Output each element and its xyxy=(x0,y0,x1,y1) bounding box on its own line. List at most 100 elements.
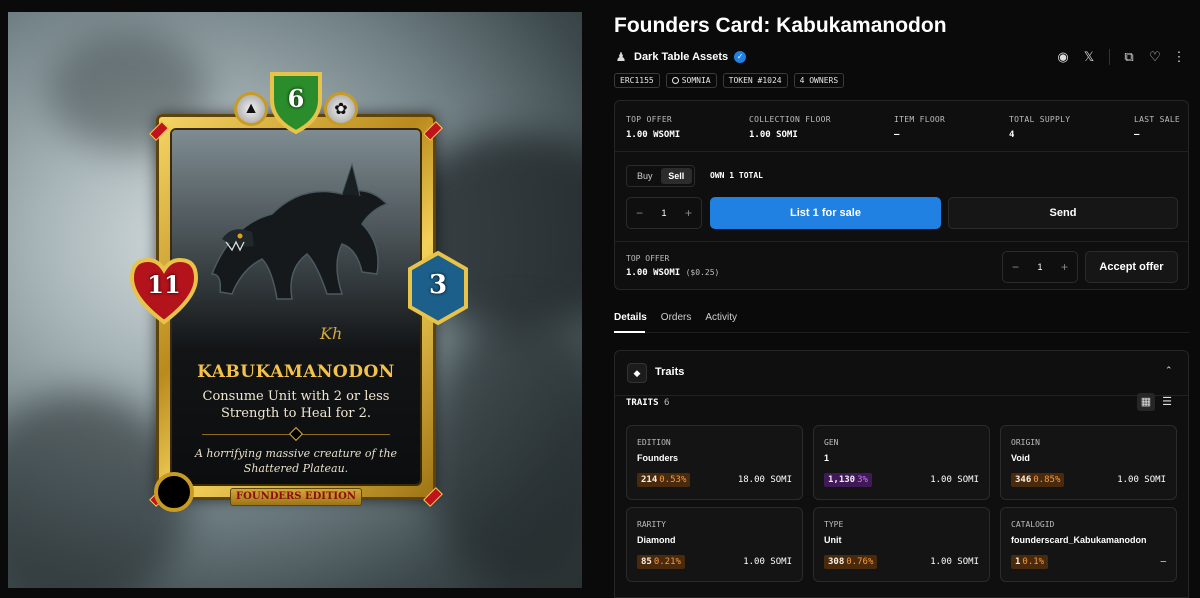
tab-activity[interactable]: Activity xyxy=(705,312,737,323)
quantity-value[interactable]: 1 xyxy=(661,208,666,218)
active-tab-indicator xyxy=(614,331,645,333)
helmet-icon: ▲ xyxy=(234,92,268,126)
sell-tab[interactable]: Sell xyxy=(660,168,692,184)
send-button[interactable]: Send xyxy=(948,197,1178,229)
list-view-icon[interactable]: ☰ xyxy=(1158,393,1176,411)
swirl-icon: ✿ xyxy=(324,92,358,126)
copy-icon[interactable]: ⧉ xyxy=(1120,48,1138,66)
trait-rarity-badge: 1 0.1% xyxy=(1011,555,1049,569)
trait-floor-price: – xyxy=(1160,557,1166,567)
heart-icon[interactable]: ♡ xyxy=(1146,48,1164,66)
trait-card[interactable]: CATALOGID founderscard_Kabukamanodon 1 0.… xyxy=(1000,507,1177,582)
chip-label: 4 OWNERS xyxy=(799,76,839,85)
trait-percent: 3% xyxy=(857,475,868,485)
trait-type: GEN xyxy=(824,438,839,447)
trait-value: Void xyxy=(1011,453,1030,463)
card-socket xyxy=(154,472,194,512)
trait-floor-price: 1.00 SOMI xyxy=(1117,475,1166,485)
trait-rarity-badge: 308 0.76% xyxy=(824,555,878,569)
list-quantity-stepper[interactable]: − 1 + xyxy=(626,197,702,229)
quantity-value[interactable]: 1 xyxy=(1037,262,1042,272)
stat-label: TOP OFFER xyxy=(626,115,673,124)
trait-value: Diamond xyxy=(637,535,676,545)
trait-type: EDITION xyxy=(637,438,671,447)
discord-icon[interactable]: ◉ xyxy=(1054,48,1072,66)
top-offer-usd: ($0.25) xyxy=(685,268,720,277)
card-art-window: Kh KABUKAMANODON Consume Unit with 2 or … xyxy=(172,130,420,484)
trait-card[interactable]: RARITY Diamond 85 0.21% 1.00 SOMI xyxy=(626,507,803,582)
page-title: Founders Card: Kabukamanodon xyxy=(614,14,947,37)
top-offer-label: TOP OFFER xyxy=(626,254,670,263)
trait-rarity-badge: 346 0.85% xyxy=(1011,473,1065,487)
game-card: Kh KABUKAMANODON Consume Unit with 2 or … xyxy=(129,70,468,512)
top-offer-value: 1.00 WSOMI ($0.25) xyxy=(626,268,719,278)
card-artwork[interactable]: Kh KABUKAMANODON Consume Unit with 2 or … xyxy=(8,12,582,588)
tabs-divider xyxy=(614,332,1190,333)
stat-label: TOTAL SUPPLY xyxy=(1009,115,1071,124)
tab-details[interactable]: Details xyxy=(614,312,647,323)
trait-floor-price: 1.00 SOMI xyxy=(930,475,979,485)
chip-token-id[interactable]: TOKEN #1024 xyxy=(722,73,788,88)
trait-value: founderscard_Kabukamanodon xyxy=(1011,535,1147,545)
trait-percent: 0.1% xyxy=(1022,557,1045,567)
trait-count: 85 xyxy=(641,557,652,567)
chevron-up-icon[interactable]: ⌃ xyxy=(1165,365,1173,376)
token-chips: ERC1155 SOMNIA TOKEN #1024 4 OWNERS xyxy=(614,73,845,88)
item-info-panel: Founders Card: Kabukamanodon ♟ Dark Tabl… xyxy=(614,0,1190,598)
creator-row[interactable]: ♟ Dark Table Assets ✓ xyxy=(614,48,747,66)
trait-type: RARITY xyxy=(637,520,666,529)
traits-count: TRAITS 6 xyxy=(626,398,669,408)
trait-count: 1 xyxy=(1015,557,1021,567)
buy-sell-toggle: Buy Sell xyxy=(626,165,695,187)
stat-label: ITEM FLOOR xyxy=(894,115,946,124)
plus-icon[interactable]: + xyxy=(1061,260,1068,274)
health-value: 11 xyxy=(147,270,181,299)
chip-chain[interactable]: SOMNIA xyxy=(665,73,717,88)
card-flavor-text: A horrifying massive creature of the Sha… xyxy=(194,447,398,475)
stat-item-floor: ITEM FLOOR – xyxy=(894,115,945,140)
trait-floor-price: 18.00 SOMI xyxy=(737,475,792,485)
plus-icon[interactable]: + xyxy=(685,206,692,220)
trait-value: 1 xyxy=(824,453,830,463)
stat-collection-floor: COLLECTION FLOOR 1.00 SOMI xyxy=(749,115,831,140)
list-for-sale-button[interactable]: List 1 for sale xyxy=(710,197,941,229)
top-offer-amount: 1.00 WSOMI xyxy=(626,268,681,278)
x-twitter-icon[interactable]: 𝕏 xyxy=(1080,48,1098,66)
minus-icon[interactable]: − xyxy=(1012,260,1019,274)
trait-card[interactable]: TYPE Unit 308 0.76% 1.00 SOMI xyxy=(813,507,990,582)
trait-floor-price: 1.00 SOMI xyxy=(743,557,792,567)
divider xyxy=(615,395,1188,396)
chip-owners[interactable]: 4 OWNERS xyxy=(793,73,845,88)
edition-banner: FOUNDERS EDITION xyxy=(230,488,362,506)
stat-value: – xyxy=(1134,130,1140,140)
grid-view-icon[interactable]: ▦ xyxy=(1137,393,1155,411)
background-creature-leg xyxy=(428,312,582,588)
tab-orders[interactable]: Orders xyxy=(661,312,692,323)
card-divider-gem xyxy=(288,426,304,442)
chip-label: ERC1155 xyxy=(620,76,654,85)
creator-avatar: ♟ xyxy=(615,50,627,64)
accept-offer-button[interactable]: Accept offer xyxy=(1085,251,1178,283)
stat-label: LAST SALE xyxy=(1134,115,1181,124)
divider xyxy=(615,241,1188,242)
offer-quantity-stepper[interactable]: − 1 + xyxy=(1002,251,1078,283)
trait-value: Unit xyxy=(824,535,842,545)
trait-card[interactable]: ORIGIN Void 346 0.85% 1.00 SOMI xyxy=(1000,425,1177,500)
more-icon[interactable]: ⋮ xyxy=(1170,48,1188,66)
trait-count: 346 xyxy=(1015,475,1032,485)
trait-rarity-badge: 85 0.21% xyxy=(637,555,685,569)
trait-count: 214 xyxy=(641,475,658,485)
trait-card[interactable]: EDITION Founders 214 0.53% 18.00 SOMI xyxy=(626,425,803,500)
traits-header[interactable]: Traits xyxy=(655,366,684,378)
trait-card[interactable]: GEN 1 1,130 3% 1.00 SOMI xyxy=(813,425,990,500)
creator-name[interactable]: Dark Table Assets xyxy=(634,51,728,63)
detail-tabs: Details Orders Activity xyxy=(614,312,737,323)
trait-count: 1,130 xyxy=(828,475,856,485)
stat-total-supply: TOTAL SUPPLY 4 xyxy=(1009,115,1070,140)
minus-icon[interactable]: − xyxy=(636,206,643,220)
mana-cost: 6 xyxy=(287,84,305,113)
somnia-chain-icon xyxy=(671,77,679,84)
card-ability-text: Consume Unit with 2 or less Strength to … xyxy=(202,389,390,421)
buy-tab[interactable]: Buy xyxy=(629,168,661,184)
attack-value: 3 xyxy=(428,270,448,300)
